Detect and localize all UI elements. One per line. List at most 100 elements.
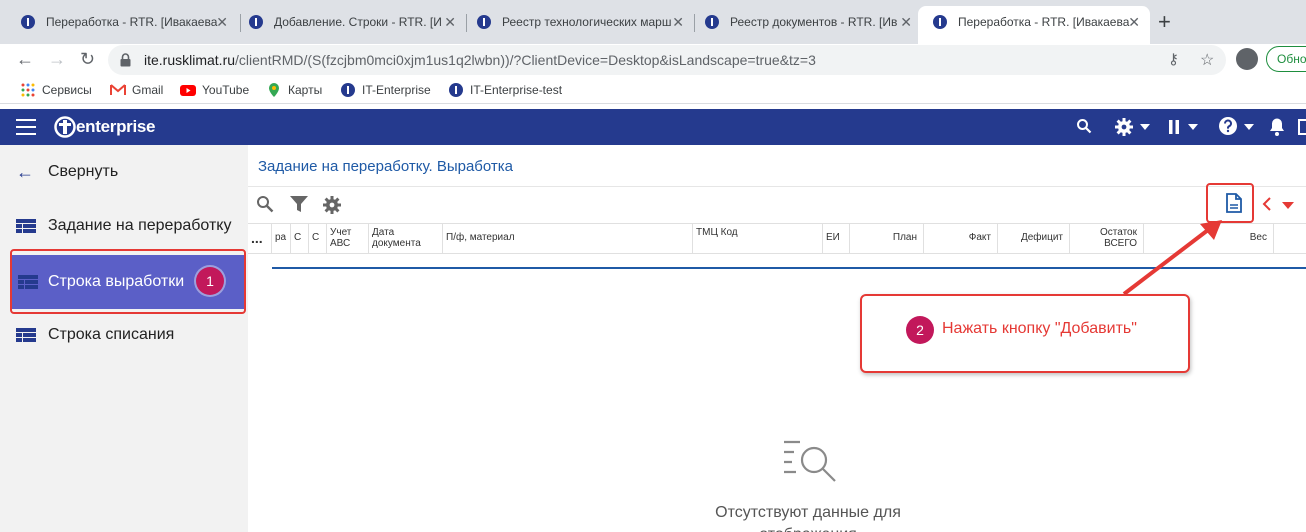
bookmark-item[interactable]: Gmail [110,82,163,98]
grid-column-header[interactable]: Факт [924,224,998,254]
table-icon [16,328,36,342]
grid-column-header[interactable]: ра [272,224,291,254]
browser-tab[interactable]: Добавление. Строки - RTR. [И ✕ [234,8,466,44]
grid-column-header[interactable]: Дефицит [998,224,1070,254]
youtube-icon [180,85,196,96]
hamburger-menu-icon[interactable] [16,119,36,135]
bookmark-item[interactable]: Карты [266,82,322,98]
it-enterprise-favicon-icon [705,15,719,29]
grid-column-header[interactable]: ТМЦ Код [693,224,823,254]
back-arrow-icon: ← [16,162,34,182]
grid-column-header[interactable]: П/ф, материал [443,224,693,254]
chevron-left-icon[interactable] [1262,197,1272,211]
it-enterprise-favicon-icon [21,15,35,29]
arrow-annotation-icon [1122,220,1222,296]
table-icon [16,219,36,233]
tab-title: Добавление. Строки - RTR. [И [274,15,442,29]
forward-arrow-icon[interactable]: → [48,48,66,70]
browser-tab[interactable]: Реестр технологических марш ✕ [462,8,694,44]
chevron-down-icon[interactable] [1282,202,1294,209]
browser-tab[interactable]: Реестр документов - RTR. [Ив ✕ [690,8,922,44]
bookmark-item[interactable]: IT-Enterprise-test [448,82,562,98]
close-icon[interactable]: ✕ [216,8,228,36]
lock-icon[interactable] [120,53,131,67]
tab-title: Реестр технологических марш [502,15,672,29]
url-host: ite.rusklimat.ru [144,52,236,68]
sidebar-item-label: Строка списания [48,326,175,343]
bookmark-label: IT-Enterprise-test [470,83,563,97]
it-enterprise-favicon-icon [249,15,263,29]
maps-pin-icon [269,83,279,97]
browser-toolbar: ← → ↻ ite.rusklimat.ru/clientRMD/(S(fzcj… [0,44,1306,76]
bookmark-item[interactable]: Сервисы [20,82,92,98]
search-icon[interactable] [1076,118,1092,134]
it-enterprise-logo-icon [54,116,76,138]
grid-column-header[interactable]: Дата документа [369,224,443,254]
close-icon[interactable]: ✕ [1128,6,1140,38]
sidebar: ← Свернуть Задание на переработку Строка… [0,145,248,532]
search-icon[interactable] [256,195,274,213]
logo-text: enterprise [76,117,156,136]
sidebar-collapse-label: Свернуть [48,163,119,180]
browser-tab-active[interactable]: Переработка - RTR. [Ивакаева ✕ [918,6,1150,44]
help-icon[interactable] [1218,116,1238,136]
bookmark-item[interactable]: YouTube [180,82,249,98]
callout-text: Нажать кнопку "Добавить" [942,320,1137,337]
key-icon[interactable]: ⚷ [1168,50,1179,68]
bell-icon[interactable] [1268,117,1286,137]
grid-column-header[interactable]: С [309,224,327,254]
bookmark-label: Gmail [132,83,164,97]
browser-tab[interactable]: Переработка - RTR. [Ивакаева ✕ [6,8,238,44]
url-text: ite.rusklimat.ru/clientRMD/(S(fzcjbm0mci… [144,52,816,68]
close-icon[interactable]: ✕ [672,8,684,36]
grid-column-more[interactable]: ... [248,224,272,254]
chevron-down-icon[interactable] [1140,124,1150,130]
chevron-down-icon[interactable] [1244,124,1254,130]
window-icon[interactable] [1298,119,1306,135]
bookmark-label: Сервисы [42,83,92,97]
page-title: Задание на переработку. Выработка [258,158,514,175]
sidebar-item-label: Задание на переработку [48,217,232,234]
gear-icon[interactable] [1114,117,1134,137]
url-path: /clientRMD/(S(fzcjbm0mci0xjm1us1q2lwbn))… [235,52,816,68]
it-enterprise-favicon-icon [477,15,491,29]
step-badge-2: 2 [906,316,934,344]
grid-column-header[interactable]: Учет АВС [327,224,369,254]
bookmark-label: YouTube [202,83,250,97]
grid-column-header[interactable]: План [850,224,924,254]
sidebar-collapse[interactable]: ← Свернуть [0,145,248,199]
sidebar-item-writeoff-row[interactable]: Строка списания [0,308,248,362]
reload-icon[interactable]: ↻ [80,48,95,70]
update-button[interactable]: Обно [1266,46,1306,72]
address-bar[interactable]: ite.rusklimat.ru/clientRMD/(S(fzcjbm0mci… [108,45,1226,75]
grid-column-header[interactable]: ЕИ [823,224,850,254]
empty-state-text: Отсутствуют данные для отображения [715,504,901,532]
back-arrow-icon[interactable]: ← [16,48,34,70]
step-badge-1: 1 [196,267,224,295]
bookmark-label: IT-Enterprise [362,83,431,97]
grid-column-header[interactable]: С [291,224,309,254]
bookmark-label: Карты [288,83,323,97]
bookmarks-bar: Сервисы Gmail YouTube Карты IT-Enterpris… [0,76,1306,104]
tab-title: Реестр документов - RTR. [Ив [730,15,898,29]
empty-list-search-icon [784,440,836,482]
profile-avatar-icon[interactable] [1236,48,1258,70]
it-enterprise-favicon-icon [449,83,463,97]
sidebar-item-task[interactable]: Задание на переработку [0,199,248,253]
tab-title: Переработка - RTR. [Ивакаева [46,15,218,29]
app-header: enterprise [0,109,1306,145]
bookmark-item[interactable]: IT-Enterprise [340,82,431,98]
gmail-icon [110,84,126,95]
tab-title: Переработка - RTR. [Ивакаева [958,15,1130,29]
filter-icon[interactable] [290,195,308,213]
star-icon[interactable]: ☆ [1200,50,1214,70]
browser-tabstrip: Переработка - RTR. [Ивакаева ✕ Добавлени… [0,0,1306,44]
chevron-down-icon[interactable] [1188,124,1198,130]
pause-icon[interactable] [1168,119,1180,135]
new-tab-button[interactable]: + [1158,10,1171,34]
callout-box: 2 Нажать кнопку "Добавить" [860,294,1190,373]
close-icon[interactable]: ✕ [444,8,456,36]
close-icon[interactable]: ✕ [900,8,912,36]
it-enterprise-favicon-icon [933,15,947,29]
gear-icon[interactable] [322,195,342,215]
